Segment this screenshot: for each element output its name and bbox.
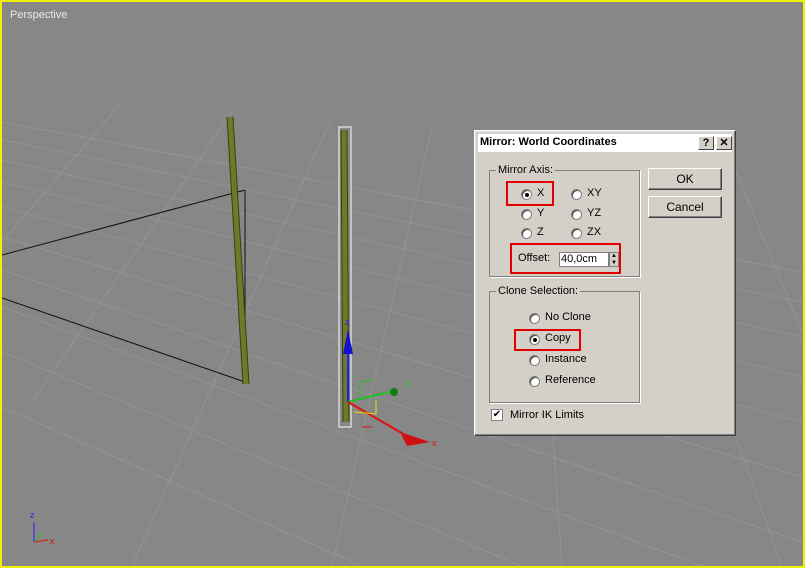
pole-selected xyxy=(338,126,352,428)
radio-axis-zx[interactable] xyxy=(571,228,582,239)
radio-no-clone-label[interactable]: No Clone xyxy=(545,311,591,323)
mirror-ik-checkbox[interactable]: ✔ xyxy=(491,409,503,421)
radio-reference-label[interactable]: Reference xyxy=(545,374,596,386)
radio-copy-label[interactable]: Copy xyxy=(545,332,571,344)
spinner-down-icon[interactable]: ▼ xyxy=(611,260,617,266)
close-button[interactable]: ✕ xyxy=(716,136,732,150)
axis-z-label: z xyxy=(30,510,35,520)
radio-axis-x-label[interactable]: X xyxy=(537,187,544,199)
radio-instance-label[interactable]: Instance xyxy=(545,353,587,365)
radio-axis-xy[interactable] xyxy=(571,189,582,200)
radio-axis-zx-label[interactable]: ZX xyxy=(587,226,601,238)
gizmo-x-label: x xyxy=(432,438,437,448)
clone-selection-label: Clone Selection: xyxy=(496,285,581,297)
radio-instance[interactable] xyxy=(529,355,540,366)
offset-highlight: Offset: 40,0cm ▲ ▼ xyxy=(510,243,621,274)
cancel-button[interactable]: Cancel xyxy=(648,196,722,218)
spinner-up-icon[interactable]: ▲ xyxy=(611,253,617,259)
gizmo-y-label: y xyxy=(406,377,411,387)
ok-button[interactable]: OK xyxy=(648,168,722,190)
axis-x-label: x xyxy=(50,536,55,546)
transform-gizmo: z y x xyxy=(343,317,437,448)
mirror-axis-label: Mirror Axis: xyxy=(496,164,555,176)
radio-axis-x[interactable] xyxy=(521,189,532,200)
clone-selection-group: Clone Selection: No Clone Copy Instance … xyxy=(489,285,640,403)
offset-label: Offset: xyxy=(518,252,551,264)
radio-reference[interactable] xyxy=(529,376,540,387)
gizmo-z-label: z xyxy=(345,317,350,327)
radio-axis-y-label[interactable]: Y xyxy=(537,207,544,219)
radio-axis-z[interactable] xyxy=(521,228,532,239)
radio-axis-yz[interactable] xyxy=(571,209,582,220)
radio-axis-yz-label[interactable]: YZ xyxy=(587,207,601,219)
mirror-axis-group: Mirror Axis: X Y Z XY YZ ZX Offset: 40,0… xyxy=(489,164,640,277)
dialog-title: Mirror: World Coordinates xyxy=(480,136,617,148)
radio-copy[interactable] xyxy=(529,334,540,345)
help-button[interactable]: ? xyxy=(698,136,714,150)
pole-original xyxy=(226,116,250,385)
offset-input[interactable]: 40,0cm xyxy=(559,252,609,267)
offset-spinner[interactable]: ▲ ▼ xyxy=(609,252,619,267)
world-axis-indicator: z x xyxy=(30,510,55,546)
mirror-ik-label[interactable]: Mirror IK Limits xyxy=(510,409,584,421)
mirror-dialog: Mirror: World Coordinates ? ✕ Mirror Axi… xyxy=(474,130,736,436)
radio-axis-z-label[interactable]: Z xyxy=(537,226,544,238)
radio-no-clone[interactable] xyxy=(529,313,540,324)
dialog-titlebar[interactable]: Mirror: World Coordinates ? ✕ xyxy=(478,134,732,152)
home-grid-border xyxy=(2,189,246,383)
radio-axis-y[interactable] xyxy=(521,209,532,220)
radio-axis-xy-label[interactable]: XY xyxy=(587,187,602,199)
